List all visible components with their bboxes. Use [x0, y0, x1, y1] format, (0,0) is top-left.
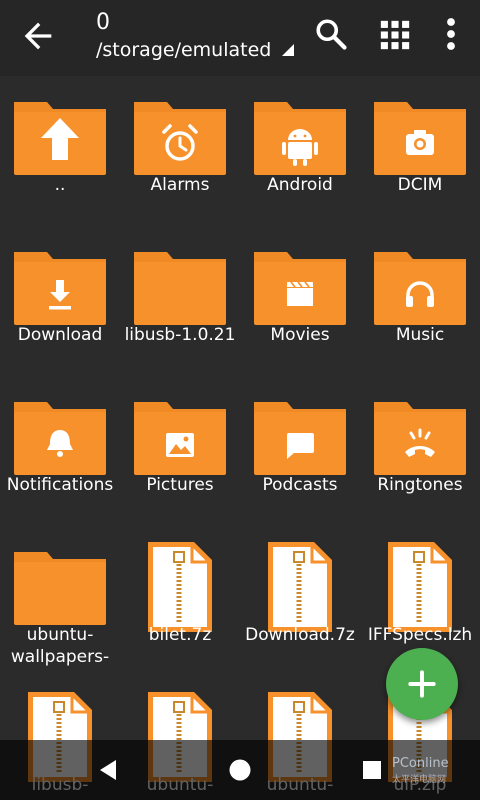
- watermark-sub: 太平洋电脑网: [392, 775, 447, 785]
- folder-item[interactable]: DCIM: [360, 76, 480, 226]
- folder-item[interactable]: libusb-1.0.21: [120, 226, 240, 376]
- download-icon: [14, 252, 106, 325]
- item-label: bilet.7z: [148, 625, 212, 645]
- watermark-name: PConline: [392, 756, 449, 771]
- nav-back-icon[interactable]: [96, 758, 120, 782]
- item-label: Download: [17, 325, 103, 345]
- archive-icon: [268, 542, 332, 632]
- archive-item[interactable]: Download.7z: [240, 526, 360, 676]
- chat-bubble-icon: [254, 402, 346, 475]
- back-arrow-icon[interactable]: [18, 16, 58, 56]
- item-label: ..: [54, 175, 66, 195]
- item-label: Movies: [270, 325, 330, 345]
- current-path[interactable]: /storage/emulated: [96, 38, 271, 62]
- more-options-icon[interactable]: [438, 16, 464, 52]
- item-label: DCIM: [397, 175, 443, 195]
- folder-item[interactable]: Notifications: [0, 376, 120, 526]
- nav-recents-icon[interactable]: [362, 760, 382, 780]
- folder-item[interactable]: Pictures: [120, 376, 240, 526]
- folder-item[interactable]: Android: [240, 76, 360, 226]
- folder-item[interactable]: ..: [0, 76, 120, 226]
- archive-icon: [148, 542, 212, 632]
- folder-item[interactable]: Download: [0, 226, 120, 376]
- folder-item[interactable]: Alarms: [120, 76, 240, 226]
- image-icon: [134, 402, 226, 475]
- clapperboard-icon: [254, 252, 346, 325]
- item-label: ubuntu- wallpapers-: [10, 625, 110, 667]
- item-label: libusb-1.0.21: [124, 325, 236, 345]
- folder-icon: [14, 552, 106, 625]
- folder-icon: [134, 252, 226, 325]
- folder-item[interactable]: ubuntu- wallpapers-: [0, 526, 120, 676]
- item-label: Notifications: [6, 475, 114, 495]
- ringing-phone-icon: [374, 402, 466, 475]
- add-button[interactable]: [386, 648, 458, 720]
- selection-count: 0: [96, 10, 110, 35]
- item-label: Alarms: [150, 175, 210, 195]
- item-label: Android: [267, 175, 333, 195]
- folder-item[interactable]: Podcasts: [240, 376, 360, 526]
- bell-icon: [14, 402, 106, 475]
- item-label: IFFSpecs.lzh: [367, 625, 473, 645]
- app-bar: 0 /storage/emulated: [0, 0, 480, 76]
- android-robot-icon: [254, 102, 346, 175]
- path-dropdown-icon[interactable]: [282, 44, 294, 56]
- watermark: PConline 太平洋电脑网: [384, 756, 476, 786]
- folder-item[interactable]: Ringtones: [360, 376, 480, 526]
- item-label: Download.7z: [245, 625, 355, 645]
- item-label: Ringtones: [377, 475, 463, 495]
- nav-home-icon[interactable]: [228, 758, 252, 782]
- archive-item[interactable]: bilet.7z: [120, 526, 240, 676]
- headphones-icon: [374, 252, 466, 325]
- plus-icon: [408, 670, 436, 698]
- archive-icon: [388, 542, 452, 632]
- item-label: Music: [395, 325, 445, 345]
- folder-item[interactable]: Movies: [240, 226, 360, 376]
- folder-item[interactable]: Music: [360, 226, 480, 376]
- up-arrow-icon: [14, 102, 106, 175]
- item-label: Podcasts: [262, 475, 338, 495]
- grid-view-icon[interactable]: [378, 18, 412, 52]
- item-label: Pictures: [146, 475, 214, 495]
- alarm-clock-icon: [134, 102, 226, 175]
- search-icon[interactable]: [313, 16, 349, 52]
- camera-icon: [374, 102, 466, 175]
